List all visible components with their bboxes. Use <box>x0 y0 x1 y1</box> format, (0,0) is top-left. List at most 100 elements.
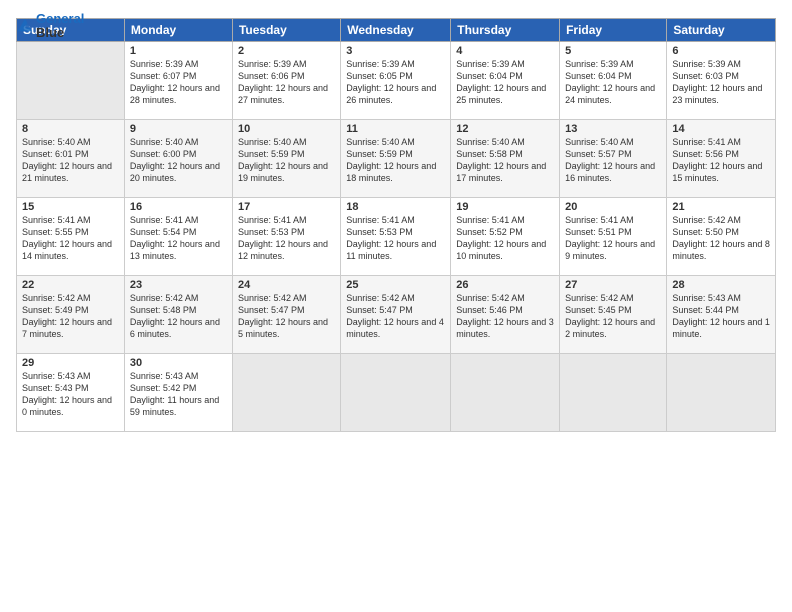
day-number: 27 <box>565 279 661 291</box>
cell-content: Sunrise: 5:41 AMSunset: 5:56 PMDaylight:… <box>672 137 762 183</box>
calendar-cell: 2Sunrise: 5:39 AMSunset: 6:06 PMDaylight… <box>232 42 340 120</box>
calendar-week-row: 1Sunrise: 5:39 AMSunset: 6:07 PMDaylight… <box>17 42 776 120</box>
page: General Blue SundayMondayTuesdayWednesda… <box>0 0 792 612</box>
calendar-cell: 8 Sunrise: 5:40 AMSunset: 6:01 PMDaylight… <box>17 120 125 198</box>
day-number: 9 <box>130 123 227 135</box>
cell-content: Sunrise: 5:42 AMSunset: 5:46 PMDaylight:… <box>456 293 554 339</box>
day-number: 1 <box>130 45 227 57</box>
calendar-cell: 4 Sunrise: 5:39 AMSunset: 6:04 PMDaylight… <box>451 42 560 120</box>
day-number: 18 <box>346 201 445 213</box>
cell-content: Sunrise: 5:40 AMSunset: 5:59 PMDaylight:… <box>346 137 436 183</box>
calendar-cell <box>560 354 667 432</box>
logo-text-line1: General <box>36 12 84 26</box>
calendar-cell: 16 Sunrise: 5:41 AMSunset: 5:54 PMDayligh… <box>124 198 232 276</box>
day-number: 8 <box>22 123 119 135</box>
cell-content: Sunrise: 5:39 AMSunset: 6:03 PMDaylight:… <box>672 59 762 105</box>
cell-content: Sunrise: 5:42 AMSunset: 5:47 PMDaylight:… <box>346 293 444 339</box>
calendar-cell: 15Sunrise: 5:41 AMSunset: 5:55 PMDayligh… <box>17 198 125 276</box>
calendar-cell: 5 Sunrise: 5:39 AMSunset: 6:04 PMDaylight… <box>560 42 667 120</box>
day-number: 6 <box>672 45 770 57</box>
cell-content: Sunrise: 5:40 AMSunset: 6:00 PMDaylight:… <box>130 137 220 183</box>
cell-content: Sunrise: 5:41 AMSunset: 5:53 PMDaylight:… <box>238 215 328 261</box>
calendar-body: 1Sunrise: 5:39 AMSunset: 6:07 PMDaylight… <box>17 42 776 432</box>
calendar-cell: 24 Sunrise: 5:42 AMSunset: 5:47 PMDayligh… <box>232 276 340 354</box>
calendar-cell: 25Sunrise: 5:42 AMSunset: 5:47 PMDayligh… <box>341 276 451 354</box>
cell-content: Sunrise: 5:39 AMSunset: 6:04 PMDaylight:… <box>456 59 546 105</box>
calendar-cell: 22 Sunrise: 5:42 AMSunset: 5:49 PMDayligh… <box>17 276 125 354</box>
cell-content: Sunrise: 5:42 AMSunset: 5:45 PMDaylight:… <box>565 293 655 339</box>
weekday-header: Tuesday <box>232 19 340 42</box>
calendar-week-row: 29 Sunrise: 5:43 AMSunset: 5:43 PMDayligh… <box>17 354 776 432</box>
cell-content: Sunrise: 5:40 AMSunset: 5:58 PMDaylight:… <box>456 137 546 183</box>
cell-content: Sunrise: 5:39 AMSunset: 6:05 PMDaylight:… <box>346 59 436 105</box>
calendar-week-row: 15Sunrise: 5:41 AMSunset: 5:55 PMDayligh… <box>17 198 776 276</box>
cell-content: Sunrise: 5:43 AMSunset: 5:44 PMDaylight:… <box>672 293 770 339</box>
day-number: 22 <box>22 279 119 291</box>
cell-content: Sunrise: 5:42 AMSunset: 5:47 PMDaylight:… <box>238 293 328 339</box>
calendar-week-row: 22 Sunrise: 5:42 AMSunset: 5:49 PMDayligh… <box>17 276 776 354</box>
logo-icon <box>16 17 34 35</box>
day-number: 3 <box>346 45 445 57</box>
day-number: 20 <box>565 201 661 213</box>
calendar-cell: 27 Sunrise: 5:42 AMSunset: 5:45 PMDayligh… <box>560 276 667 354</box>
calendar-cell: 23Sunrise: 5:42 AMSunset: 5:48 PMDayligh… <box>124 276 232 354</box>
day-number: 29 <box>22 357 119 369</box>
calendar-cell: 9 Sunrise: 5:40 AMSunset: 6:00 PMDaylight… <box>124 120 232 198</box>
day-number: 5 <box>565 45 661 57</box>
cell-content: Sunrise: 5:42 AMSunset: 5:49 PMDaylight:… <box>22 293 112 339</box>
cell-content: Sunrise: 5:41 AMSunset: 5:52 PMDaylight:… <box>456 215 546 261</box>
calendar-cell <box>17 42 125 120</box>
day-number: 2 <box>238 45 335 57</box>
cell-content: Sunrise: 5:40 AMSunset: 5:59 PMDaylight:… <box>238 137 328 183</box>
calendar-cell: 18 Sunrise: 5:41 AMSunset: 5:53 PMDayligh… <box>341 198 451 276</box>
calendar-cell <box>667 354 776 432</box>
calendar-cell: 26 Sunrise: 5:42 AMSunset: 5:46 PMDayligh… <box>451 276 560 354</box>
calendar-cell <box>341 354 451 432</box>
cell-content: Sunrise: 5:43 AMSunset: 5:42 PMDaylight:… <box>130 371 219 417</box>
day-number: 21 <box>672 201 770 213</box>
weekday-header: Thursday <box>451 19 560 42</box>
calendar-week-row: 8 Sunrise: 5:40 AMSunset: 6:01 PMDaylight… <box>17 120 776 198</box>
cell-content: Sunrise: 5:42 AMSunset: 5:50 PMDaylight:… <box>672 215 770 261</box>
weekday-header: Friday <box>560 19 667 42</box>
calendar-cell: 17 Sunrise: 5:41 AMSunset: 5:53 PMDayligh… <box>232 198 340 276</box>
calendar-cell: 20 Sunrise: 5:41 AMSunset: 5:51 PMDayligh… <box>560 198 667 276</box>
calendar-cell: 14 Sunrise: 5:41 AMSunset: 5:56 PMDayligh… <box>667 120 776 198</box>
weekday-header: Saturday <box>667 19 776 42</box>
day-number: 12 <box>456 123 554 135</box>
calendar-header-row: SundayMondayTuesdayWednesdayThursdayFrid… <box>17 19 776 42</box>
day-number: 24 <box>238 279 335 291</box>
calendar-cell: 6 Sunrise: 5:39 AMSunset: 6:03 PMDaylight… <box>667 42 776 120</box>
cell-content: Sunrise: 5:39 AMSunset: 6:04 PMDaylight:… <box>565 59 655 105</box>
calendar-cell: 19Sunrise: 5:41 AMSunset: 5:52 PMDayligh… <box>451 198 560 276</box>
cell-content: Sunrise: 5:41 AMSunset: 5:51 PMDaylight:… <box>565 215 655 261</box>
day-number: 14 <box>672 123 770 135</box>
day-number: 15 <box>22 201 119 213</box>
logo: General Blue <box>16 12 84 41</box>
weekday-header: Wednesday <box>341 19 451 42</box>
day-number: 23 <box>130 279 227 291</box>
day-number: 16 <box>130 201 227 213</box>
calendar-cell <box>232 354 340 432</box>
day-number: 30 <box>130 357 227 369</box>
calendar-cell: 21 Sunrise: 5:42 AMSunset: 5:50 PMDayligh… <box>667 198 776 276</box>
calendar-cell: 1Sunrise: 5:39 AMSunset: 6:07 PMDaylight… <box>124 42 232 120</box>
day-number: 10 <box>238 123 335 135</box>
calendar-cell: 13Sunrise: 5:40 AMSunset: 5:57 PMDayligh… <box>560 120 667 198</box>
cell-content: Sunrise: 5:40 AMSunset: 6:01 PMDaylight:… <box>22 137 112 183</box>
calendar-cell <box>451 354 560 432</box>
calendar-cell: 28 Sunrise: 5:43 AMSunset: 5:44 PMDayligh… <box>667 276 776 354</box>
cell-content: Sunrise: 5:41 AMSunset: 5:54 PMDaylight:… <box>130 215 220 261</box>
day-number: 26 <box>456 279 554 291</box>
logo-text-line2: Blue <box>36 26 84 40</box>
day-number: 4 <box>456 45 554 57</box>
cell-content: Sunrise: 5:41 AMSunset: 5:53 PMDaylight:… <box>346 215 436 261</box>
day-number: 17 <box>238 201 335 213</box>
day-number: 11 <box>346 123 445 135</box>
cell-content: Sunrise: 5:43 AMSunset: 5:43 PMDaylight:… <box>22 371 112 417</box>
calendar-table: SundayMondayTuesdayWednesdayThursdayFrid… <box>16 18 776 432</box>
calendar-cell: 3 Sunrise: 5:39 AMSunset: 6:05 PMDaylight… <box>341 42 451 120</box>
day-number: 28 <box>672 279 770 291</box>
calendar-cell: 29 Sunrise: 5:43 AMSunset: 5:43 PMDayligh… <box>17 354 125 432</box>
day-number: 13 <box>565 123 661 135</box>
